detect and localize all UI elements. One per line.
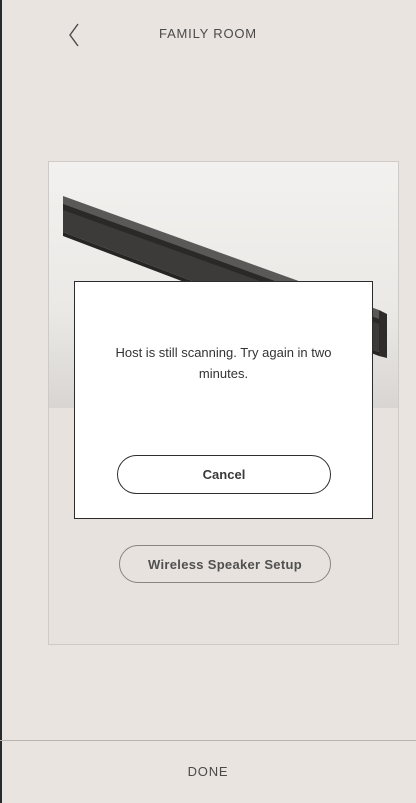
dialog-message: Host is still scanning. Try again in two… bbox=[115, 345, 332, 381]
scanning-dialog: Host is still scanning. Try again in two… bbox=[74, 281, 373, 519]
page-title: FAMILY ROOM bbox=[159, 26, 257, 41]
header: FAMILY ROOM bbox=[0, 0, 416, 70]
left-frame-edge bbox=[0, 0, 2, 803]
cancel-button[interactable]: Cancel bbox=[117, 455, 331, 494]
app-screen: FAMILY ROOM Wireless Speaker Setup Host … bbox=[0, 0, 416, 803]
done-button[interactable]: DONE bbox=[0, 741, 416, 803]
wireless-speaker-setup-button[interactable]: Wireless Speaker Setup bbox=[119, 545, 331, 583]
